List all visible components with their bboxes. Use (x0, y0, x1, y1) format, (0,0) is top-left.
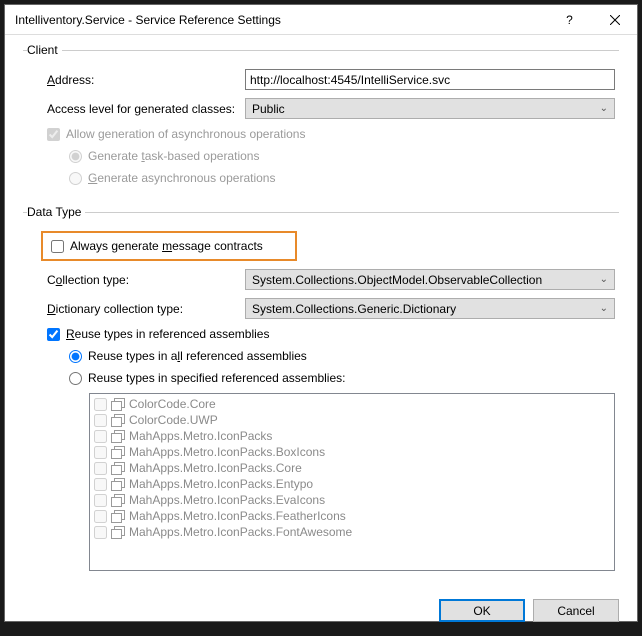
assembly-name: ColorCode.Core (129, 397, 216, 411)
always-message-checkbox[interactable] (51, 240, 64, 253)
cancel-button[interactable]: Cancel (533, 599, 619, 622)
assembly-item[interactable]: MahApps.Metro.IconPacks.Entypo (92, 476, 612, 492)
assembly-name: MahApps.Metro.IconPacks (129, 429, 272, 443)
assembly-item[interactable]: ColorCode.UWP (92, 412, 612, 428)
reuse-spec-label: Reuse types in specified referenced asse… (88, 371, 345, 385)
assembly-icon (111, 414, 125, 426)
assembly-name: MahApps.Metro.IconPacks.FontAwesome (129, 525, 352, 539)
assembly-checkbox (94, 478, 107, 491)
assembly-name: MahApps.Metro.IconPacks.Entypo (129, 477, 313, 491)
always-message-highlight: Always generate message contracts (41, 231, 297, 261)
address-input[interactable] (245, 69, 615, 90)
collection-combo[interactable]: System.Collections.ObjectModel.Observabl… (245, 269, 615, 290)
assembly-name: MahApps.Metro.IconPacks.BoxIcons (129, 445, 325, 459)
dialog-content: Client Address: Access level for generat… (5, 35, 637, 589)
allow-async-label: Allow generation of asynchronous operati… (66, 127, 305, 141)
assembly-icon (111, 494, 125, 506)
assembly-icon (111, 510, 125, 522)
gen-task-radio (69, 150, 82, 163)
collection-label: Collection type: (27, 273, 245, 287)
help-button[interactable]: ? (547, 5, 592, 35)
reuse-checkbox[interactable] (47, 328, 60, 341)
assembly-checkbox (94, 462, 107, 475)
close-button[interactable] (592, 5, 637, 35)
collection-value: System.Collections.ObjectModel.Observabl… (252, 273, 542, 287)
access-level-label: Access level for generated classes: (27, 102, 245, 116)
datatype-group: Data Type Always generate message contra… (23, 205, 619, 575)
assembly-icon (111, 478, 125, 490)
reuse-all-label: Reuse types in all referenced assemblies (88, 349, 307, 363)
chevron-down-icon: ⌄ (600, 303, 608, 314)
window-title: Intelliventory.Service - Service Referen… (15, 13, 547, 27)
dialog-window: Intelliventory.Service - Service Referen… (4, 4, 638, 622)
assembly-name: ColorCode.UWP (129, 413, 218, 427)
close-icon (610, 15, 620, 25)
assembly-item[interactable]: MahApps.Metro.IconPacks.FeatherIcons (92, 508, 612, 524)
reuse-spec-radio[interactable] (69, 372, 82, 385)
ok-button[interactable]: OK (439, 599, 525, 622)
assembly-item[interactable]: ColorCode.Core (92, 396, 612, 412)
always-message-label: Always generate message contracts (70, 239, 263, 253)
gen-task-label: Generate task-based operations (88, 149, 259, 163)
access-level-combo[interactable]: Public ⌄ (245, 98, 615, 119)
allow-async-checkbox (47, 128, 60, 141)
assembly-icon (111, 398, 125, 410)
access-level-value: Public (252, 102, 285, 116)
assembly-checkbox (94, 526, 107, 539)
assembly-item[interactable]: MahApps.Metro.IconPacks.BoxIcons (92, 444, 612, 460)
address-label: Address: (27, 73, 245, 87)
dict-combo[interactable]: System.Collections.Generic.Dictionary ⌄ (245, 298, 615, 319)
assembly-item[interactable]: MahApps.Metro.IconPacks.Core (92, 460, 612, 476)
titlebar: Intelliventory.Service - Service Referen… (5, 5, 637, 35)
dialog-footer: OK Cancel (5, 589, 637, 636)
assembly-icon (111, 526, 125, 538)
assembly-name: MahApps.Metro.IconPacks.FeatherIcons (129, 509, 346, 523)
assembly-icon (111, 430, 125, 442)
assembly-list[interactable]: ColorCode.Core ColorCode.UWP MahApps.Metro… (89, 393, 615, 571)
assembly-item[interactable]: MahApps.Metro.IconPacks.FontAwesome (92, 524, 612, 540)
client-legend: Client (27, 43, 62, 57)
dict-label: Dictionary collection type: (27, 302, 245, 316)
client-group: Client Address: Access level for generat… (23, 43, 619, 197)
assembly-checkbox (94, 446, 107, 459)
assembly-name: MahApps.Metro.IconPacks.Core (129, 461, 302, 475)
assembly-item[interactable]: MahApps.Metro.IconPacks.EvaIcons (92, 492, 612, 508)
dict-value: System.Collections.Generic.Dictionary (252, 302, 456, 316)
assembly-icon (111, 462, 125, 474)
chevron-down-icon: ⌄ (600, 103, 608, 114)
assembly-checkbox (94, 414, 107, 427)
assembly-name: MahApps.Metro.IconPacks.EvaIcons (129, 493, 325, 507)
reuse-label: Reuse types in referenced assemblies (66, 327, 269, 341)
assembly-checkbox (94, 398, 107, 411)
reuse-all-radio[interactable] (69, 350, 82, 363)
assembly-checkbox (94, 494, 107, 507)
chevron-down-icon: ⌄ (600, 274, 608, 285)
assembly-item[interactable]: MahApps.Metro.IconPacks (92, 428, 612, 444)
datatype-legend: Data Type (27, 205, 85, 219)
assembly-icon (111, 446, 125, 458)
assembly-checkbox (94, 510, 107, 523)
gen-async-label: Generate asynchronous operations (88, 171, 275, 185)
assembly-checkbox (94, 430, 107, 443)
gen-async-radio (69, 172, 82, 185)
